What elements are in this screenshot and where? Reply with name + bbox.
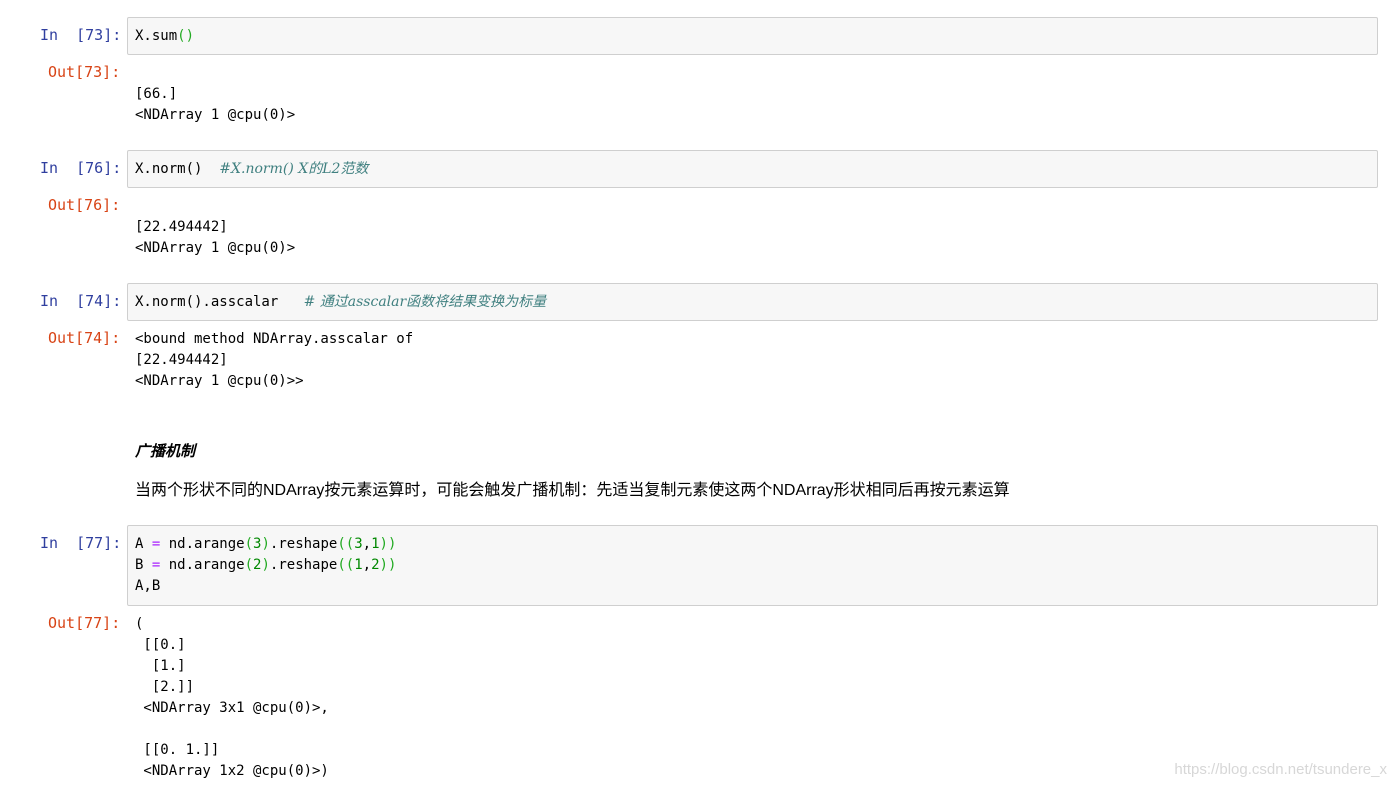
input-prompt: In [74]: <box>40 292 122 310</box>
code-cell-input[interactable]: X.sum() <box>127 17 1378 55</box>
input-prompt: In [76]: <box>40 159 122 177</box>
cell-output: <bound method NDArray.asscalar of [22.49… <box>135 331 414 389</box>
output-prompt: Out[73]: <box>48 63 121 81</box>
cell-output: [66.] <NDArray 1 @cpu(0)> <box>135 86 296 123</box>
code-comment: #X.norm() X的L2范数 <box>219 161 369 177</box>
markdown-heading: 广播机制 <box>135 443 196 460</box>
code-cell-input[interactable]: X.norm().asscalar # 通过asscalar函数将结果变换为标量 <box>127 283 1378 321</box>
code-cell-input[interactable]: X.norm() #X.norm() X的L2范数 <box>127 150 1378 188</box>
cell-output: ( [[0.] [1.] [2.]] <NDArray 3x1 @cpu(0)>… <box>135 616 329 779</box>
input-prompt: In [73]: <box>40 26 122 44</box>
code-line: A,B <box>135 578 161 594</box>
output-prompt: Out[74]: <box>48 329 121 347</box>
output-prompt: Out[77]: <box>48 614 121 632</box>
code-line: B = nd.arange(2).reshape((1,2)) <box>135 557 397 573</box>
code-comment: # 通过asscalar函数将结果变换为标量 <box>303 294 547 310</box>
output-prompt: Out[76]: <box>48 196 121 214</box>
input-prompt: In [77]: <box>40 534 122 552</box>
cell-output: [22.494442] <NDArray 1 @cpu(0)> <box>135 219 296 256</box>
watermark: https://blog.csdn.net/tsundere_x <box>1174 761 1387 778</box>
code-cell-input[interactable]: A = nd.arange(3).reshape((3,1)) B = nd.a… <box>127 525 1378 606</box>
code-line: X.sum() <box>135 28 195 44</box>
code-line: X.norm().asscalar # 通过asscalar函数将结果变换为标量 <box>135 294 547 310</box>
code-line: A = nd.arange(3).reshape((3,1)) <box>135 536 397 552</box>
markdown-paragraph: 当两个形状不同的NDArray按元素运算时，可能会触发广播机制：先适当复制元素使… <box>135 482 1010 499</box>
code-line: X.norm() #X.norm() X的L2范数 <box>135 161 369 177</box>
